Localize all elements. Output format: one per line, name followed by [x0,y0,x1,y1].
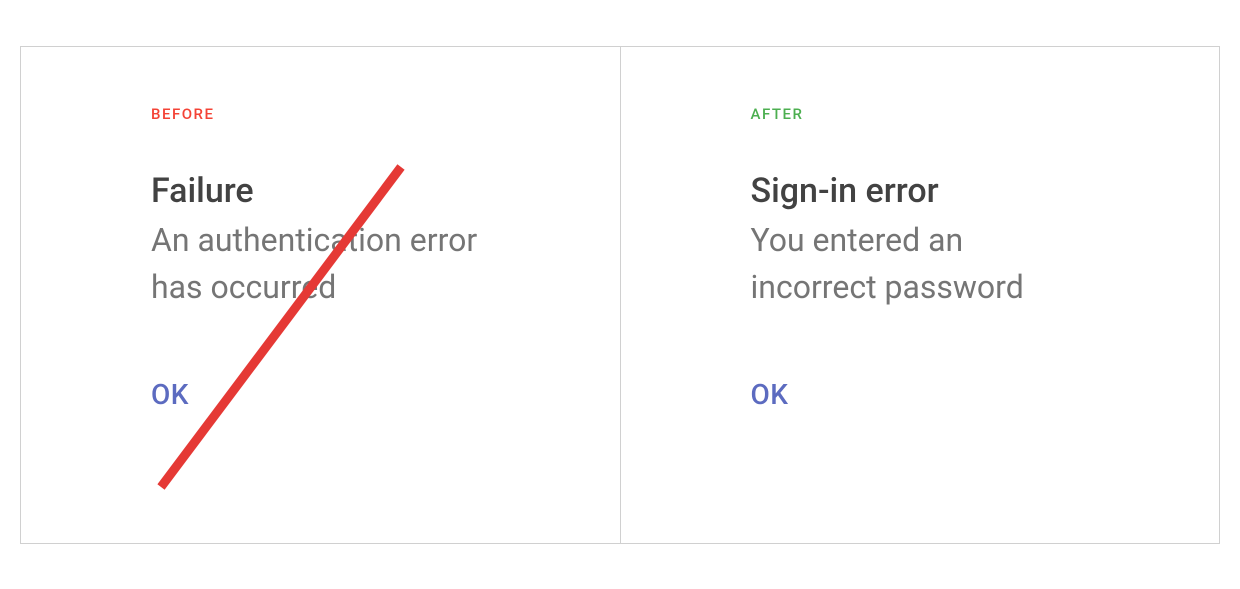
before-label: BEFORE [151,105,490,123]
after-label: AFTER [751,105,1090,123]
after-body: You entered an incorrect password [751,217,1090,310]
after-ok-button[interactable]: OK [751,378,789,411]
after-panel: AFTER Sign-in error You entered an incor… [621,47,1220,543]
before-body: An authentication error has occurred [151,217,490,310]
before-panel: BEFORE Failure An authentication error h… [21,47,621,543]
before-heading: Failure [151,171,490,212]
after-heading: Sign-in error [751,171,1090,212]
comparison-panels: BEFORE Failure An authentication error h… [20,46,1220,544]
before-ok-button[interactable]: OK [151,378,189,411]
